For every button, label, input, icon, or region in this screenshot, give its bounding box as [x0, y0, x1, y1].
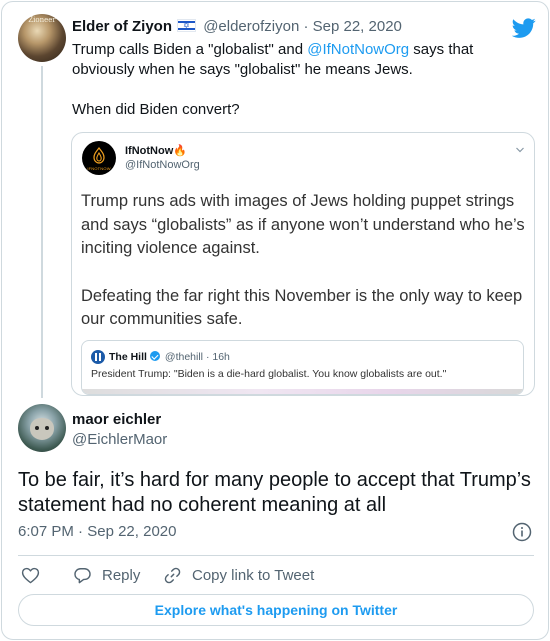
- reply-author-name[interactable]: maor eichler: [72, 411, 161, 428]
- divider: [18, 555, 534, 556]
- reply-author-handle[interactable]: @EichlerMaor: [72, 431, 167, 448]
- nested-quote-text: President Trump: "Biden is a die-hard gl…: [91, 368, 447, 380]
- reply-label: Reply: [102, 566, 141, 584]
- parent-tweet-header: Elder of Ziyon ✡ @elderofziyon · Sep 22, …: [72, 17, 402, 37]
- tweet-time: 6:07 PM: [18, 523, 74, 540]
- like-button[interactable]: [21, 563, 50, 587]
- text-segment: Trump calls Biden a "globalist" and: [72, 41, 308, 58]
- explore-twitter-button[interactable]: Explore what's happening on Twitter: [18, 594, 534, 626]
- embedded-tweet-card: Zioneer Elder of Ziyon ✡ @elderofziyon · …: [1, 1, 549, 640]
- israel-flag-icon: ✡: [177, 19, 197, 32]
- avatar-face: [30, 418, 54, 440]
- chevron-down-icon[interactable]: [515, 145, 525, 155]
- heart-icon: [21, 567, 40, 583]
- parent-tweet-text: Trump calls Biden a "globalist" and @IfN…: [72, 40, 532, 120]
- quoted-author-name[interactable]: IfNotNow🔥: [125, 144, 187, 157]
- reply-button[interactable]: Reply: [73, 563, 140, 587]
- quoted-author-handle[interactable]: @IfNotNowOrg: [125, 159, 200, 171]
- text-line: obviously when he says "globalist" he me…: [72, 61, 413, 78]
- nested-quote-header: The Hill @thehill · 16h: [109, 350, 230, 364]
- nested-quoted-tweet[interactable]: The Hill @thehill · 16h President Trump: …: [81, 340, 524, 395]
- quoted-tweet-body: Trump runs ads with images of Jews holdi…: [81, 190, 531, 332]
- info-icon[interactable]: [512, 522, 532, 542]
- separator-dot: ·: [78, 523, 84, 540]
- avatar[interactable]: [91, 350, 105, 364]
- separator-dot: ·: [205, 351, 210, 363]
- tweet-actions: Reply Copy link to Tweet: [2, 563, 548, 587]
- copy-link-button[interactable]: Copy link to Tweet: [163, 563, 314, 587]
- quoted-tweet[interactable]: IFNOTNOW IfNotNow🔥 @IfNotNowOrg Trump ru…: [71, 132, 535, 396]
- tweet-timestamp-link[interactable]: 6:07 PM · Sep 22, 2020: [18, 523, 176, 540]
- avatar-text: Zioneer: [28, 16, 56, 24]
- quoted-paragraph-2: Defeating the far right this November is…: [81, 286, 523, 329]
- avatar[interactable]: [18, 404, 66, 452]
- flame-logo-icon: [93, 147, 105, 164]
- separator-dot: ·: [303, 18, 309, 35]
- avatar-eye: [45, 426, 49, 430]
- author-handle[interactable]: @elderofziyon: [203, 18, 299, 35]
- avatar[interactable]: IFNOTNOW: [82, 141, 116, 175]
- quoted-paragraph-1: Trump runs ads with images of Jews holdi…: [81, 192, 525, 257]
- thread-connector-line: [41, 66, 43, 398]
- nested-author-handle[interactable]: @thehill: [165, 351, 203, 363]
- avatar-eye: [35, 426, 39, 430]
- nested-author-name[interactable]: The Hill: [109, 351, 147, 363]
- link-icon: [164, 567, 181, 583]
- mention-link[interactable]: @IfNotNowOrg: [307, 41, 409, 58]
- reply-bubble-icon: [74, 567, 91, 583]
- avatar[interactable]: Zioneer: [18, 14, 66, 62]
- copy-link-label: Copy link to Tweet: [192, 566, 315, 584]
- tweet-date: Sep 22, 2020: [87, 523, 177, 540]
- avatar-caption: IFNOTNOW: [87, 166, 111, 171]
- nested-media-preview-strip: [82, 389, 523, 394]
- tweet-date-link[interactable]: Sep 22, 2020: [313, 18, 402, 35]
- author-name[interactable]: Elder of Ziyon: [72, 18, 172, 35]
- verified-badge-icon: [149, 351, 160, 361]
- text-question: When did Biden convert?: [72, 101, 240, 118]
- text-segment: says that: [409, 41, 474, 58]
- twitter-bird-icon[interactable]: [512, 16, 536, 40]
- nested-tweet-time[interactable]: 16h: [212, 351, 230, 363]
- reply-tweet-text: To be fair, it’s hard for many people to…: [18, 469, 531, 516]
